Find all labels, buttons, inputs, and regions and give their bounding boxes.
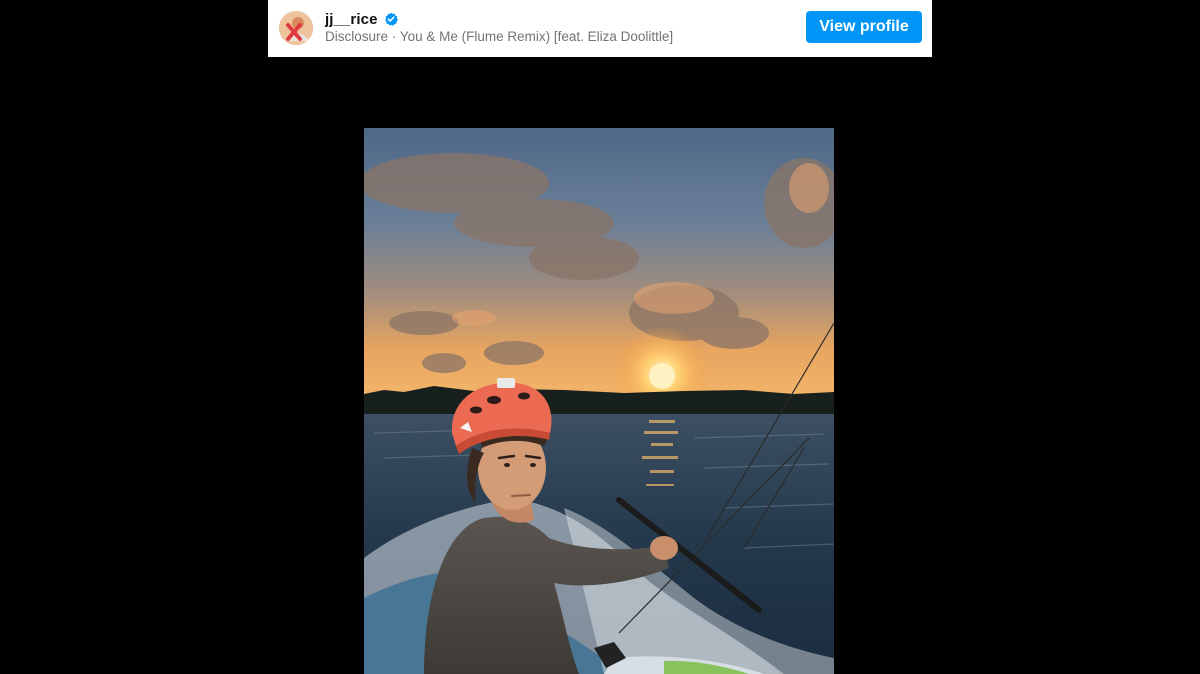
audio-track-line[interactable]: Disclosure · You & Me (Flume Remix) [fea… [325, 29, 673, 44]
avatar-image [279, 11, 313, 45]
view-profile-button[interactable]: View profile [806, 11, 922, 43]
verified-badge-icon [384, 12, 398, 26]
track-separator: · [391, 29, 397, 44]
song-title: You & Me (Flume Remix) [feat. Eliza Dool… [399, 29, 674, 44]
profile-avatar[interactable] [279, 11, 313, 45]
post-media[interactable] [364, 128, 834, 674]
artist-name: Disclosure [325, 29, 389, 44]
embed-stage: jj__rice Disclosure · You & Me (Flume Re… [0, 0, 1200, 674]
username-link[interactable]: jj__rice [325, 11, 378, 28]
post-header: jj__rice Disclosure · You & Me (Flume Re… [268, 0, 932, 57]
kiteboarding-sunset-photo [364, 128, 834, 674]
username-row: jj__rice [325, 9, 398, 29]
